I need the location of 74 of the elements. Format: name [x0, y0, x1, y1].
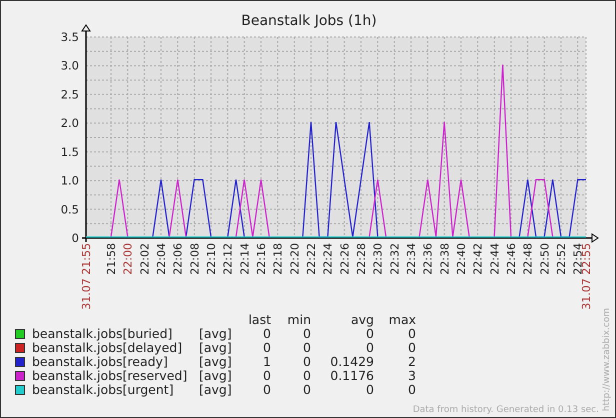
- column-header: max: [388, 313, 416, 327]
- x-axis-label: 22:06: [172, 243, 185, 275]
- x-axis-label: 22:00: [122, 243, 135, 275]
- x-axis-label: 22:50: [538, 243, 552, 275]
- legend-function: [avg]: [199, 383, 233, 397]
- legend-value: 0: [262, 369, 271, 383]
- footer-text: Data from history. Generated in 0.13 sec.: [412, 405, 599, 415]
- legend-function: [avg]: [199, 369, 233, 383]
- x-axis-label: 22:38: [438, 243, 452, 275]
- y-axis-label: 3.5: [60, 30, 79, 44]
- legend-value: 0: [262, 327, 271, 341]
- x-axis-label: 22:18: [272, 243, 285, 275]
- column-header: last: [247, 313, 271, 327]
- x-axis-label: 22:42: [472, 243, 485, 275]
- legend-value: 0: [302, 341, 311, 355]
- x-axis-label: 22:32: [388, 243, 402, 275]
- x-axis-label: 31.07 21:55: [80, 243, 93, 310]
- legend-value: 0: [302, 369, 311, 383]
- column-header: min: [286, 313, 311, 327]
- legend-function: [avg]: [199, 341, 233, 355]
- y-axis-label: 0.5: [60, 202, 79, 216]
- x-axis-label: 22:28: [355, 243, 368, 275]
- y-axis-label: 2.5: [60, 87, 79, 102]
- x-axis-label: 22:30: [372, 243, 385, 275]
- y-axis-label: 3.0: [60, 58, 79, 73]
- x-axis-label: 22:46: [505, 243, 518, 275]
- legend-value: 0: [262, 383, 271, 397]
- chart-title: Beanstalk Jobs (1h): [241, 13, 377, 29]
- y-axis-label: 0: [72, 231, 79, 245]
- legend-value: 0: [302, 355, 311, 369]
- legend-function: [avg]: [199, 355, 233, 369]
- x-axis-label: 22:08: [188, 243, 202, 275]
- legend-item-name: beanstalk.jobs[buried]: [31, 327, 174, 341]
- legend-item-name: beanstalk.jobs[ready]: [31, 355, 168, 369]
- legend-value: 1: [262, 355, 271, 369]
- x-axis-label: 22:34: [405, 243, 418, 275]
- legend-value: 3: [407, 369, 416, 383]
- legend-item-name: beanstalk.jobs[urgent]: [31, 383, 174, 397]
- legend-value: 2: [407, 355, 416, 369]
- x-axis-label: 22:16: [255, 243, 268, 275]
- x-axis-label: 22:26: [338, 243, 352, 275]
- x-axis-label: 22:02: [138, 243, 152, 275]
- x-axis-label: 22:22: [305, 243, 318, 275]
- legend-value: 0: [407, 341, 416, 355]
- site-link[interactable]: http://www.zabbix.com: [602, 308, 612, 411]
- legend-value: 0: [302, 327, 311, 341]
- column-header: avg: [350, 313, 374, 327]
- legend-value: 0.1176: [329, 369, 374, 383]
- legend-value: 0: [262, 341, 271, 355]
- x-axis-label: 22:36: [422, 243, 435, 275]
- legend-value: 0: [365, 341, 374, 355]
- y-axis-label: 2.0: [60, 116, 79, 130]
- legend-item-name: beanstalk.jobs[delayed]: [31, 341, 184, 355]
- x-axis-label: 22:52: [555, 243, 568, 275]
- x-axis-label: 22:24: [322, 243, 335, 275]
- y-axis-label: 1.5: [60, 144, 79, 159]
- x-axis-label: 22:14: [238, 243, 252, 275]
- legend-value: 0: [407, 383, 416, 397]
- x-axis-label: 22:44: [488, 243, 502, 275]
- legend-item-name: beanstalk.jobs[reserved]: [31, 369, 188, 383]
- x-axis-label: 22:10: [205, 243, 218, 275]
- legend-value: 0: [365, 383, 374, 397]
- x-axis-label: 21:58: [105, 243, 118, 275]
- x-axis-label: 22:40: [455, 243, 468, 275]
- legend-value: 0: [366, 327, 374, 341]
- x-axis-label: 22:48: [522, 243, 535, 275]
- x-axis-label: 22:20: [288, 243, 302, 275]
- x-axis-label: 22:04: [155, 243, 168, 275]
- legend-value: 0: [302, 383, 311, 397]
- legend-value: 0: [407, 327, 416, 341]
- legend-function: [avg]: [199, 327, 233, 341]
- legend-value: 0.1429: [329, 355, 374, 369]
- y-axis-label: 1.0: [60, 174, 79, 188]
- x-axis-label: 22:12: [222, 243, 235, 275]
